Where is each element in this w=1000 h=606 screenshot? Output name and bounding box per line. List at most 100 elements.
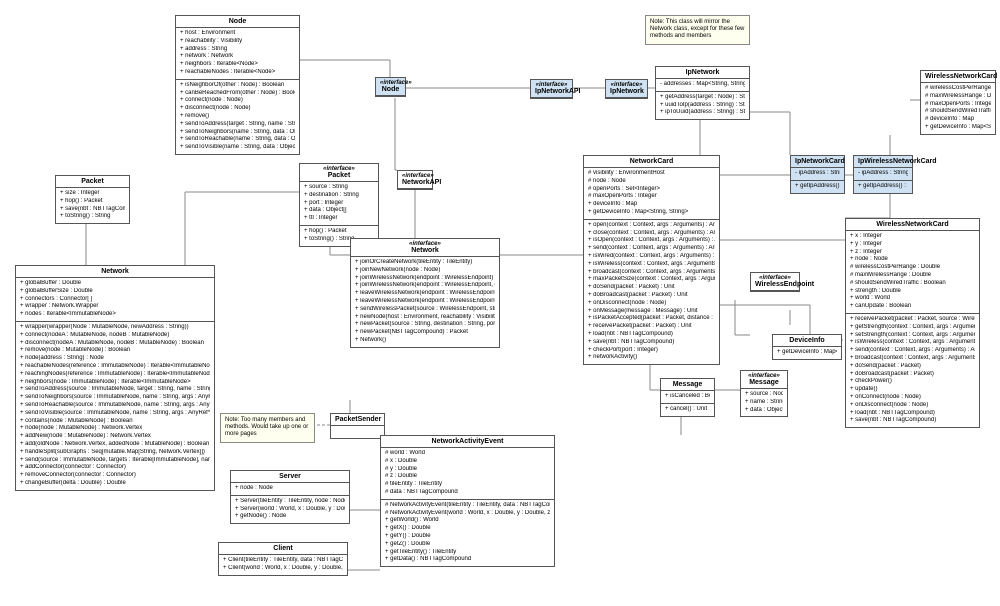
member-row: # tileEntity : TileEntity xyxy=(385,481,550,489)
member-row: + onDisconnect(node : Node) xyxy=(850,402,975,410)
member-row: + globalBuffer : Double xyxy=(20,280,210,288)
member-row: + uuidToIp(address : String) : String xyxy=(660,102,745,110)
member-row: + doBroadcast(packet : Packet) xyxy=(850,371,975,379)
member-row: + load(nbt : NBTTagCompound) xyxy=(588,331,715,339)
member-row: - addresses : Map<String, String> xyxy=(660,81,745,89)
member-row: + y : Integer xyxy=(850,241,975,249)
member-row: + reachingNodes(reference : ImmutableNod… xyxy=(20,371,210,379)
member-row: # maxOpenPorts : Integer xyxy=(925,101,991,109)
class-ipnetwork: IpNetwork - addresses : Map<String, Stri… xyxy=(655,66,750,120)
member-row: + getStrength(context : Context, args : … xyxy=(850,324,975,332)
member-row: + sendToVisible(name : String, data : Ob… xyxy=(180,144,295,152)
member-row: + doSend(packet : Packet) : Unit xyxy=(588,284,715,292)
class-networkapi: «interface»NetworkAPI xyxy=(397,170,433,190)
class-network-interface: «interface»Network + joinOrCreateNetwork… xyxy=(350,238,500,348)
member-row: + save(nbt : NBTTagCompound) xyxy=(60,206,125,214)
member-row: + globalBufferSize : Double xyxy=(20,288,210,296)
ops: + isNeighborOf(other : Node) : Boolean+ … xyxy=(176,80,299,154)
member-row: + sendToVisible(source : ImmutableNode, … xyxy=(20,410,210,418)
member-row: + wrapper(wrapper(Node : MutableNode, ne… xyxy=(20,324,210,332)
member-row: + getY() : Double xyxy=(385,533,550,541)
attrs: + host : Environment+ reachability : Vis… xyxy=(176,28,299,80)
member-row: # visibility : EnvironmentHost xyxy=(588,170,715,178)
member-row: + cancel() : Unit xyxy=(665,406,710,414)
member-row: + destination : String xyxy=(304,192,374,200)
member-row: + save(nbt : NBTTagCompound) xyxy=(588,339,715,347)
member-row: + sendWirelessPacket(source : WirelessEn… xyxy=(355,306,495,314)
member-row: + broadcast(context : Context, args : Ar… xyxy=(850,355,975,363)
member-row: + setStrength(context : Context, args : … xyxy=(850,332,975,340)
member-row: + source : String xyxy=(304,184,374,192)
member-row: + getNode() : Node xyxy=(235,513,345,521)
member-row: # NetworkActivityEvent(tileEntity : Tile… xyxy=(385,502,550,510)
member-row: + connect(nodeA : MutableNode, nodeB : M… xyxy=(20,332,210,340)
class-network: Network + globalBuffer : Double+ globalB… xyxy=(15,265,215,491)
member-row: + sendToNeighbors(name : String, data : … xyxy=(180,129,295,137)
member-row: + getData() : NBTTagCompound xyxy=(385,556,550,564)
member-row: + ipToUuid(address : String) : String xyxy=(660,109,745,117)
member-row: # maxOpenPorts : Integer xyxy=(588,193,715,201)
member-row: + hop() : Packet xyxy=(60,198,125,206)
class-node-interface: «interface»Node xyxy=(375,77,406,97)
member-row: # node : Node xyxy=(588,178,715,186)
class-ipnetworkcard: IpNetworkCard - ipAddress : String + get… xyxy=(790,155,845,194)
member-row: + source : Node xyxy=(745,391,783,399)
member-row: # y : Double xyxy=(385,466,550,474)
member-row: # shouldSendWiredTraffic : Boolean xyxy=(850,280,975,288)
member-row: + disconnect(nodeA : MutableNode, nodeB … xyxy=(20,340,210,348)
class-client: Client + Client(tileEntity : TileEntity,… xyxy=(218,542,348,576)
class-packet: Packet + size : Integer+ hop() : Packet+… xyxy=(55,175,130,224)
member-row: + joinWirelessNetwork(endpoint : Wireles… xyxy=(355,275,495,283)
member-row: + changeBuffer(delta : Double) : Double xyxy=(20,480,210,488)
member-row: + disconnect(node : Node) xyxy=(180,105,295,113)
member-row: + load(nbt : NBTTagCompound) xyxy=(850,410,975,418)
member-row: + reachableNodes(reference : ImmutableNo… xyxy=(20,363,210,371)
member-row: + checkPower() xyxy=(850,378,975,386)
member-row: + Server(world : World, x : Double, y : … xyxy=(235,506,345,514)
member-row: + node : Node xyxy=(850,256,975,264)
member-row: + checkPort(port : Integer) xyxy=(588,347,715,355)
member-row: + receivePacket(packet : Packet, source … xyxy=(850,316,975,324)
member-row: + getDeviceInfo : Map<String, String> xyxy=(925,124,991,132)
member-row: + getIpAddress() : String xyxy=(795,183,840,191)
member-row: + send(source : ImmutableNode, targets :… xyxy=(20,457,210,465)
member-row: + broadcast(context : Context, args : Ar… xyxy=(588,269,715,277)
member-row: + z : Integer xyxy=(850,249,975,257)
member-row: + sendToReachable(source : ImmutableNode… xyxy=(20,402,210,410)
member-row: + getX() : Double xyxy=(385,525,550,533)
class-message-interface: «interface»Message + source : Node+ name… xyxy=(740,370,788,417)
member-row: + remove(node : MutableNode) : Boolean xyxy=(20,347,210,355)
member-row: + network : Network xyxy=(180,53,295,61)
member-row: + isPacketAccepted(packet : Packet, dist… xyxy=(588,315,715,323)
member-row: # NetworkActivityEvent(world : World, x … xyxy=(385,510,550,518)
member-row: # data : NBTTagCompound xyxy=(385,489,550,497)
class-deviceinfo: DeviceInfo + getDeviceInfo : Map<String,… xyxy=(772,334,842,360)
member-row: # wirelessCostPerRange : Double xyxy=(925,85,991,93)
member-row: + connectors : Connector[ ] xyxy=(20,296,210,304)
member-row: + save(nbt : NBTTagCompound) xyxy=(850,417,975,425)
class-networkcard: NetworkCard # visibility : EnvironmentHo… xyxy=(583,155,720,365)
member-row: + canUpdate : Boolean xyxy=(850,303,975,311)
member-row: + newNode(host : Environment, reachabili… xyxy=(355,314,495,322)
member-row: + getDeviceInfo : Map<String, String> xyxy=(777,349,837,357)
member-row: + addNew(node : MutableNode) : Network.V… xyxy=(20,433,210,441)
member-row: + isCanceled : Boolean xyxy=(665,393,710,401)
member-row: + networkActivity() xyxy=(588,354,715,362)
member-row: + port : Integer xyxy=(304,200,374,208)
member-row: # maxWirelessRange : Double xyxy=(850,272,975,280)
member-row: # x : Double xyxy=(385,458,550,466)
member-row: + doSend(packet : Packet) xyxy=(850,363,975,371)
member-row: + data : Object[] xyxy=(304,207,374,215)
member-row: + joinWirelessNetwork(endpoint : Wireles… xyxy=(355,282,495,290)
member-row: + name : String xyxy=(745,399,783,407)
member-row: + send(context : Context, args : Argumen… xyxy=(588,245,715,253)
member-row: + maxPacketSize(context : Context, args … xyxy=(588,276,715,284)
member-row: + sendToNeighbors(source : ImmutableNode… xyxy=(20,394,210,402)
class-packetsender: PacketSender xyxy=(330,413,385,439)
member-row: + host : Environment xyxy=(180,30,295,38)
class-packet-interface: «interface»Packet + source : String+ des… xyxy=(299,163,379,247)
member-row: # z : Double xyxy=(385,473,550,481)
note-ipnetwork: Note: This class will mirror the Network… xyxy=(645,15,750,45)
member-row: + reachableNodes : Iterable<Node> xyxy=(180,69,295,77)
member-row: + onConnect(node : Node) xyxy=(850,394,975,402)
